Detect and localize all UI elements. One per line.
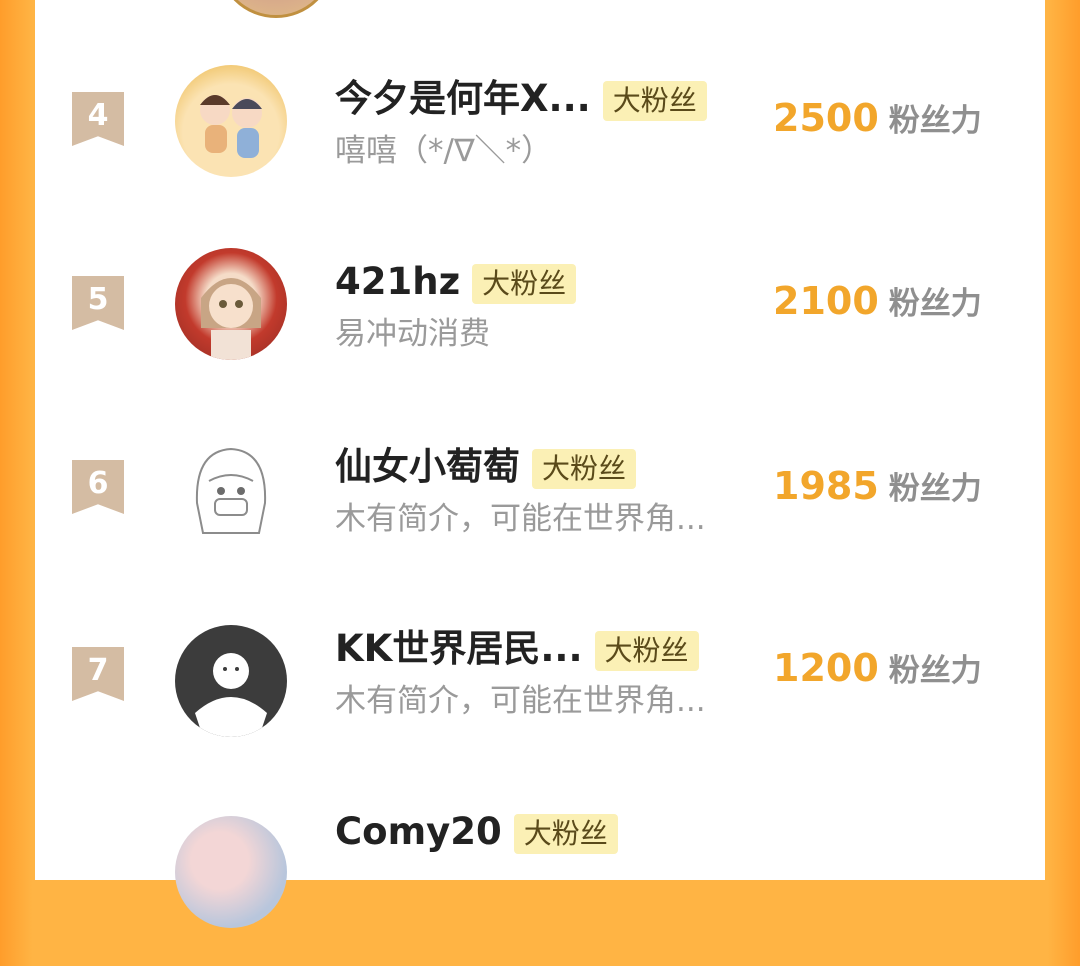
list-item[interactable]: 5 421hz 大粉丝 易冲动消费 2100 粉丝力 xyxy=(35,248,1045,398)
user-name[interactable]: KK世界居民... 大粉丝 xyxy=(335,627,699,671)
user-name-text: KK世界居民... xyxy=(335,627,583,670)
fan-score-unit: 粉丝力 xyxy=(888,286,982,322)
fan-badge: 大粉丝 xyxy=(472,263,577,304)
rank-badge: 7 xyxy=(72,647,124,701)
avatar-illustration-icon xyxy=(195,447,267,534)
user-name[interactable]: 仙女小萄萄 大粉丝 xyxy=(335,445,637,489)
avatar[interactable] xyxy=(217,0,335,18)
fan-badge: 大粉丝 xyxy=(532,448,637,489)
fan-score-value: 1200 xyxy=(773,646,879,690)
list-item[interactable]: 7 KK世界居民... 大粉丝 木有简介，可能在世界角... 1200 粉丝力 xyxy=(35,625,1045,783)
fan-score-value: 2100 xyxy=(773,279,879,323)
user-name-text: 421hz xyxy=(335,260,461,303)
fan-badge: 大粉丝 xyxy=(602,80,707,121)
fan-score-value: 2500 xyxy=(773,96,879,140)
user-name[interactable]: 421hz 大粉丝 xyxy=(335,260,577,304)
fan-score: 1200 粉丝力 xyxy=(773,645,982,690)
fan-score: 2100 粉丝力 xyxy=(773,278,982,323)
avatar[interactable] xyxy=(175,248,287,360)
fan-score-unit: 粉丝力 xyxy=(888,653,982,689)
user-name-text: 今夕是何年X... xyxy=(335,77,591,120)
fan-badge: 大粉丝 xyxy=(513,813,618,854)
fan-score-unit: 粉丝力 xyxy=(888,471,982,507)
avatar[interactable] xyxy=(175,816,287,928)
leaderboard-panel: 4 今夕是何年X... 大粉丝 嘻嘻（*/∇＼*） 2500 粉丝力 5 421… xyxy=(35,0,1045,928)
rank-badge: 6 xyxy=(72,460,124,514)
user-name[interactable]: Comy20 大粉丝 xyxy=(335,810,618,854)
rank-badge: 5 xyxy=(72,276,124,330)
fan-score-unit: 粉丝力 xyxy=(888,103,982,139)
user-name-text: Comy20 xyxy=(335,810,502,853)
rank-badge: 4 xyxy=(72,92,124,146)
fan-score: 2500 粉丝力 xyxy=(773,95,982,140)
avatar[interactable] xyxy=(175,65,287,177)
avatar-illustration-icon xyxy=(201,278,261,360)
list-item[interactable]: 6 仙女小萄萄 大粉丝 木有简介，可能在世界角... 1985 粉丝力 xyxy=(35,433,1045,583)
user-bio: 木有简介，可能在世界角... xyxy=(335,683,706,719)
list-item[interactable]: 4 今夕是何年X... 大粉丝 嘻嘻（*/∇＼*） 2500 粉丝力 xyxy=(35,65,1045,215)
user-name[interactable]: 今夕是何年X... 大粉丝 xyxy=(335,77,707,121)
avatar[interactable] xyxy=(175,625,287,737)
user-bio: 嘻嘻（*/∇＼*） xyxy=(335,133,553,169)
fan-badge: 大粉丝 xyxy=(594,630,699,671)
fan-score: 1985 粉丝力 xyxy=(773,463,982,508)
avatar-illustration-icon xyxy=(200,95,262,158)
fan-score-value: 1985 xyxy=(773,464,879,508)
avatar[interactable] xyxy=(175,433,287,545)
default-avatar-icon xyxy=(195,653,267,737)
user-bio: 易冲动消费 xyxy=(335,316,490,352)
user-name-text: 仙女小萄萄 xyxy=(335,445,520,488)
list-item[interactable]: Comy20 大粉丝 xyxy=(35,810,1045,966)
user-bio: 木有简介，可能在世界角... xyxy=(335,501,706,537)
